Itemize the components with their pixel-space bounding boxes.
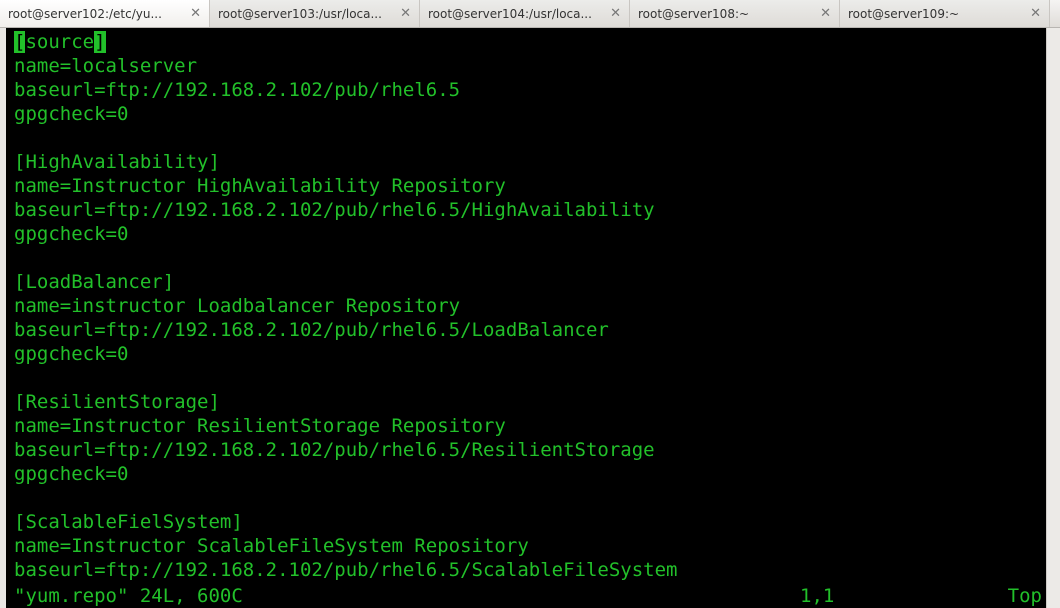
section-name: source xyxy=(25,31,94,53)
terminal-viewport[interactable]: [source]name=localserverbaseurl=ftp://19… xyxy=(0,28,1060,608)
tab-0[interactable]: root@server102:/etc/yu... ✕ xyxy=(0,0,210,27)
section-header: [HighAvailability] xyxy=(14,150,1060,174)
tab-1[interactable]: root@server103:/usr/loca... ✕ xyxy=(210,0,420,27)
section-header: [ScalableFielSystem] xyxy=(14,510,1060,534)
editor-line: gpgcheck=0 xyxy=(14,222,1060,246)
status-spacer xyxy=(243,584,800,608)
close-icon[interactable]: ✕ xyxy=(820,7,831,20)
section-header: [LoadBalancer] xyxy=(14,270,1060,294)
editor-line: gpgcheck=0 xyxy=(14,102,1060,126)
close-icon[interactable]: ✕ xyxy=(1030,7,1041,20)
tab-label: root@server109:~ xyxy=(848,7,1024,21)
status-cursor-pos: 1,1 xyxy=(800,584,1000,608)
editor-line xyxy=(14,366,1060,390)
editor-line: name=Instructor ScalableFileSystem Repos… xyxy=(14,534,1060,558)
close-icon[interactable]: ✕ xyxy=(400,7,411,20)
tab-label: root@server108:~ xyxy=(638,7,814,21)
tab-bar: root@server102:/etc/yu...✕root@server103… xyxy=(0,0,1060,28)
editor-line: baseurl=ftp://192.168.2.102/pub/rhel6.5 xyxy=(14,78,1060,102)
editor-line xyxy=(14,486,1060,510)
close-icon[interactable]: ✕ xyxy=(610,7,621,20)
status-file: "yum.repo" 24L, 600C xyxy=(14,584,243,608)
editor-line: gpgcheck=0 xyxy=(14,462,1060,486)
tab-label: root@server103:/usr/loca... xyxy=(218,7,394,21)
scrollbar-vertical[interactable] xyxy=(1046,28,1060,608)
section-header: [ResilientStorage] xyxy=(14,390,1060,414)
editor-line: baseurl=ftp://192.168.2.102/pub/rhel6.5/… xyxy=(14,438,1060,462)
tab-2[interactable]: root@server104:/usr/loca... ✕ xyxy=(420,0,630,27)
editor-line: baseurl=ftp://192.168.2.102/pub/rhel6.5/… xyxy=(14,558,1060,582)
editor-line: baseurl=ftp://192.168.2.102/pub/rhel6.5/… xyxy=(14,318,1060,342)
editor-line: gpgcheck=0 xyxy=(14,342,1060,366)
cursor-bracket-open: [ xyxy=(14,31,25,53)
editor-line: [source] xyxy=(14,30,1060,54)
tab-label: root@server102:/etc/yu... xyxy=(8,7,184,21)
editor-line xyxy=(14,126,1060,150)
vim-status-line: "yum.repo" 24L, 600C1,1Top xyxy=(14,584,1060,608)
editor-line: name=localserver xyxy=(14,54,1060,78)
close-icon[interactable]: ✕ xyxy=(190,7,201,20)
editor-line: baseurl=ftp://192.168.2.102/pub/rhel6.5/… xyxy=(14,198,1060,222)
editor-line: name=Instructor ResilientStorage Reposit… xyxy=(14,414,1060,438)
editor-line: name=instructor Loadbalancer Repository xyxy=(14,294,1060,318)
cursor-bracket-close: ] xyxy=(94,31,105,53)
tab-4[interactable]: root@server109:~ ✕ xyxy=(840,0,1050,27)
editor-line: name=Instructor HighAvailability Reposit… xyxy=(14,174,1060,198)
tab-3[interactable]: root@server108:~ ✕ xyxy=(630,0,840,27)
editor-line xyxy=(14,246,1060,270)
tab-label: root@server104:/usr/loca... xyxy=(428,7,604,21)
